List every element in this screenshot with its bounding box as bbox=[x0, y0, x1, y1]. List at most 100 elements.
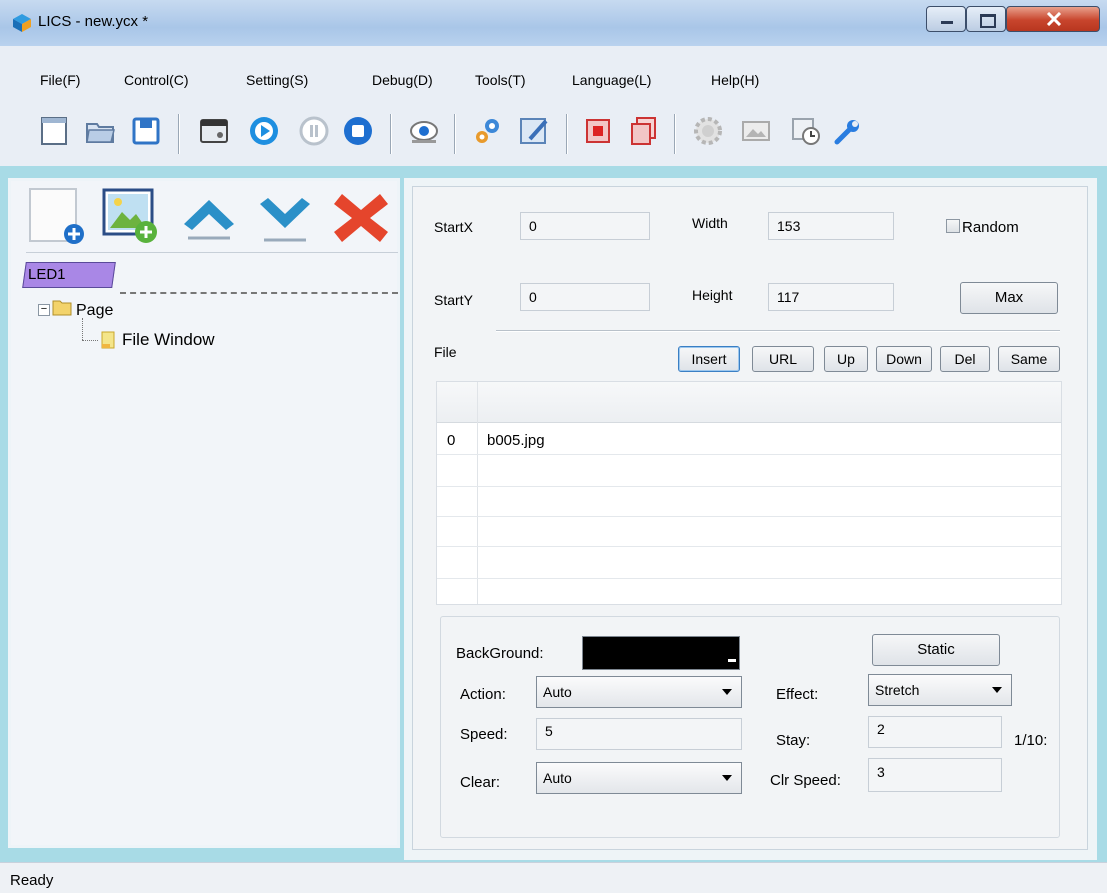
menu-help[interactable]: Help(H) bbox=[711, 72, 759, 88]
up-button[interactable]: Up bbox=[824, 346, 868, 372]
timer-icon[interactable] bbox=[788, 113, 824, 149]
menu-setting[interactable]: Setting(S) bbox=[246, 72, 308, 88]
menu-debug[interactable]: Debug(D) bbox=[372, 72, 433, 88]
starty-label: StartY bbox=[434, 292, 473, 308]
action-select[interactable]: Auto bbox=[536, 676, 742, 708]
file-label: File bbox=[434, 344, 457, 360]
starty-field[interactable]: 0 bbox=[520, 283, 650, 311]
tree-file-window-item[interactable]: File Window bbox=[122, 330, 215, 350]
stop-icon[interactable] bbox=[340, 113, 376, 149]
maximize-icon bbox=[980, 14, 996, 28]
clear-label: Clear: bbox=[460, 774, 501, 791]
brightness-gear-icon[interactable] bbox=[690, 113, 726, 149]
open-folder-icon[interactable] bbox=[82, 113, 118, 149]
height-label: Height bbox=[692, 287, 733, 303]
chevron-down-icon bbox=[992, 687, 1002, 693]
menu-language[interactable]: Language(L) bbox=[572, 72, 651, 88]
app-icon bbox=[13, 14, 31, 32]
toolbar-separator bbox=[566, 114, 567, 154]
background-label: BackGround: bbox=[456, 645, 544, 662]
startx-field[interactable]: 0 bbox=[520, 212, 650, 240]
red-document-icon[interactable] bbox=[580, 113, 616, 149]
stay-field[interactable]: 2 bbox=[868, 716, 1002, 748]
section-divider bbox=[496, 330, 1060, 331]
toolbar bbox=[0, 108, 1107, 167]
random-label: Random bbox=[962, 219, 1019, 236]
tree-connector bbox=[82, 340, 98, 341]
send-screen-icon[interactable] bbox=[196, 113, 232, 149]
clr-speed-field[interactable]: 3 bbox=[868, 758, 1002, 792]
stay-unit-label: 1/10: bbox=[1014, 732, 1048, 749]
table-row[interactable]: 0 b005.jpg bbox=[437, 424, 1061, 454]
move-up-button[interactable] bbox=[178, 186, 240, 248]
clr-speed-label: Clr Speed: bbox=[770, 772, 841, 789]
row-index: 0 bbox=[447, 432, 456, 449]
column-divider bbox=[477, 382, 478, 604]
table-header bbox=[437, 382, 1061, 423]
file-window-icon bbox=[100, 330, 116, 350]
collapse-toggle[interactable]: − bbox=[38, 304, 50, 316]
toolbar-separator bbox=[178, 114, 179, 154]
row-divider bbox=[437, 516, 1061, 517]
minimize-icon bbox=[941, 21, 953, 24]
close-button[interactable] bbox=[1006, 6, 1100, 32]
status-bar bbox=[0, 862, 1107, 893]
stay-label: Stay: bbox=[776, 732, 811, 749]
wrench-icon[interactable] bbox=[830, 113, 866, 149]
folder-icon bbox=[52, 298, 72, 316]
menu-file[interactable]: File(F) bbox=[40, 72, 80, 88]
settings-gears-icon[interactable] bbox=[470, 113, 506, 149]
same-button[interactable]: Same bbox=[998, 346, 1060, 372]
preview-eye-icon[interactable] bbox=[406, 113, 442, 149]
speed-field[interactable]: 5 bbox=[536, 718, 742, 750]
color-dropdown-icon bbox=[728, 659, 736, 666]
action-value: Auto bbox=[543, 684, 572, 700]
clear-select[interactable]: Auto bbox=[536, 762, 742, 794]
del-button[interactable]: Del bbox=[940, 346, 990, 372]
status-text: Ready bbox=[10, 872, 54, 889]
red-copy-icon[interactable] bbox=[626, 113, 662, 149]
window-title: LICS - new.ycx * bbox=[38, 13, 149, 30]
pause-icon[interactable] bbox=[296, 113, 332, 149]
random-checkbox[interactable] bbox=[946, 219, 960, 233]
width-label: Width bbox=[692, 215, 728, 231]
startx-label: StartX bbox=[434, 219, 473, 235]
static-button[interactable]: Static bbox=[872, 634, 1000, 666]
toolbar-separator bbox=[454, 114, 455, 154]
row-divider bbox=[437, 578, 1061, 579]
edit-screen-icon[interactable] bbox=[516, 113, 552, 149]
new-file-icon[interactable] bbox=[36, 113, 72, 149]
add-program-button[interactable] bbox=[26, 186, 88, 248]
width-field[interactable]: 153 bbox=[768, 212, 894, 240]
delete-button[interactable] bbox=[330, 186, 392, 248]
height-field[interactable]: 117 bbox=[768, 283, 894, 311]
effect-value: Stretch bbox=[875, 682, 920, 698]
row-divider bbox=[437, 486, 1061, 487]
clear-value: Auto bbox=[543, 770, 572, 786]
add-image-window-button[interactable] bbox=[100, 186, 162, 248]
row-filename: b005.jpg bbox=[487, 432, 545, 449]
play-icon[interactable] bbox=[246, 113, 282, 149]
background-color-picker[interactable] bbox=[582, 636, 740, 670]
close-icon bbox=[1046, 12, 1062, 26]
effect-label: Effect: bbox=[776, 686, 819, 703]
toolbar-separator bbox=[390, 114, 391, 154]
minimize-button[interactable] bbox=[926, 6, 966, 32]
action-label: Action: bbox=[460, 686, 506, 703]
maximize-button[interactable] bbox=[966, 6, 1006, 32]
insert-button[interactable]: Insert bbox=[678, 346, 740, 372]
max-button[interactable]: Max bbox=[960, 282, 1058, 314]
image-icon[interactable] bbox=[738, 113, 774, 149]
url-button[interactable]: URL bbox=[752, 346, 814, 372]
led-tab-label: LED1 bbox=[28, 266, 66, 283]
speed-label: Speed: bbox=[460, 726, 508, 743]
effect-select[interactable]: Stretch bbox=[868, 674, 1012, 706]
row-divider bbox=[437, 546, 1061, 547]
save-icon[interactable] bbox=[128, 113, 164, 149]
toolbar-separator bbox=[674, 114, 675, 154]
menu-tools[interactable]: Tools(T) bbox=[475, 72, 526, 88]
move-down-button[interactable] bbox=[254, 186, 316, 248]
down-button[interactable]: Down bbox=[876, 346, 932, 372]
menu-control[interactable]: Control(C) bbox=[124, 72, 189, 88]
tree-connector bbox=[82, 318, 84, 340]
